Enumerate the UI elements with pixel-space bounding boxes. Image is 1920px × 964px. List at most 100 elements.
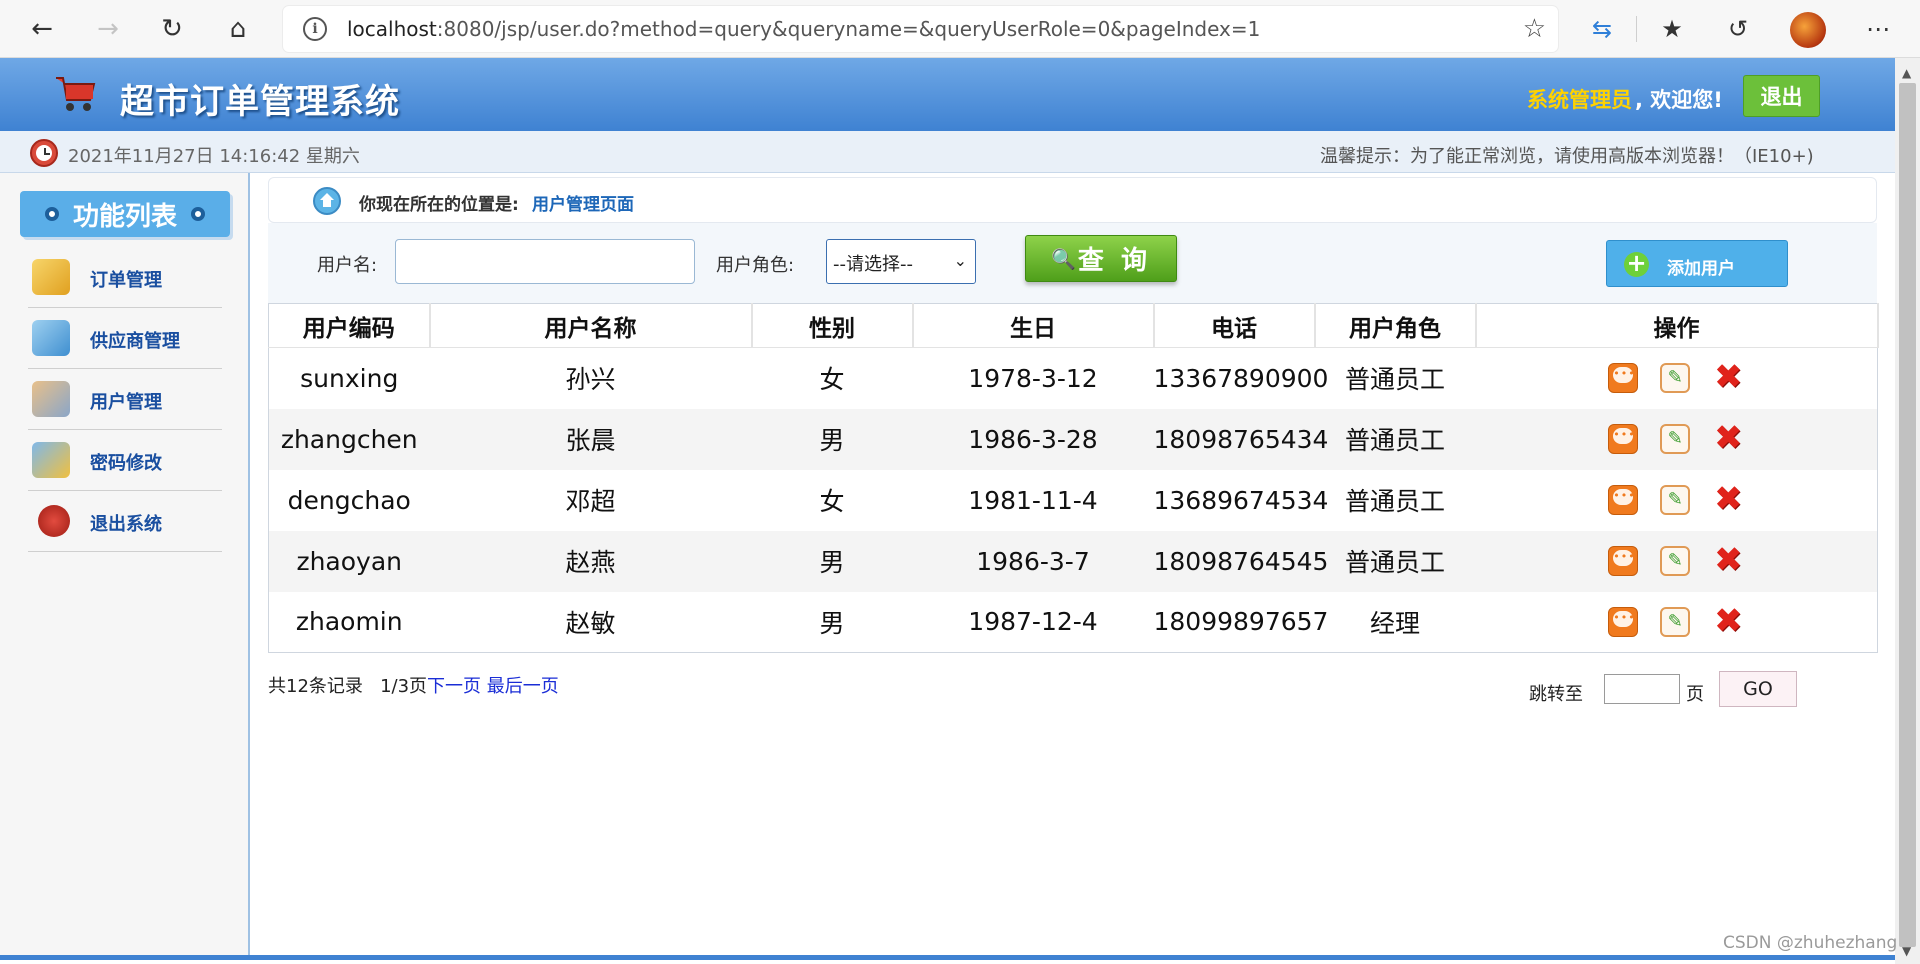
row-actions: ✎ ✖: [1475, 347, 1878, 409]
table-row: dengchao 邓超 女 1981-11-4 13689674534 普通员工…: [268, 469, 1878, 531]
bullet-icon: [44, 207, 59, 221]
user-name: 赵燕: [429, 530, 752, 592]
view-icon[interactable]: [1608, 363, 1639, 394]
favorites-icon[interactable]: ★: [1652, 9, 1692, 49]
edit-icon[interactable]: ✎: [1660, 424, 1691, 454]
edit-icon[interactable]: ✎: [1660, 363, 1691, 394]
delete-icon[interactable]: ✖: [1712, 543, 1744, 577]
scroll-down-arrow-icon[interactable]: ▼: [1902, 944, 1911, 958]
profile-avatar[interactable]: [1790, 12, 1826, 48]
user-table: 用户编码 用户名称 性别 生日 电话 用户角色 操作 sunxing 孙兴 女 …: [268, 303, 1879, 653]
collections-sync-icon[interactable]: ⇆: [1582, 9, 1622, 49]
delete-icon[interactable]: ✖: [1712, 604, 1744, 638]
user-role: 普通员工: [1314, 530, 1476, 592]
scroll-up-arrow-icon[interactable]: ▲: [1902, 66, 1911, 80]
address-bar[interactable]: i localhost:8080/jsp/user.do?method=quer…: [283, 6, 1558, 52]
user-phone: 18099897657: [1153, 591, 1328, 653]
current-datetime: 2021年11月27日 14:16:42 星期六: [68, 146, 360, 167]
column-header: 生日: [912, 303, 1155, 348]
user-code: sunxing: [268, 347, 430, 409]
go-button[interactable]: GO: [1719, 671, 1797, 707]
user-code: zhangchen: [268, 408, 430, 470]
view-icon[interactable]: [1608, 485, 1639, 515]
column-header: 用户编码: [268, 303, 431, 348]
admin-name: 系统管理员: [1527, 88, 1632, 112]
delete-icon[interactable]: ✖: [1712, 482, 1744, 516]
user-role: 普通员工: [1314, 408, 1476, 470]
user-birthday: 1987-12-4: [912, 591, 1154, 653]
refresh-icon[interactable]: ↻: [152, 9, 192, 49]
jump-label: 跳转至: [1529, 684, 1583, 705]
user-code: dengchao: [268, 469, 430, 531]
role-label: 用户角色:: [716, 255, 795, 276]
history-icon[interactable]: ↺: [1718, 9, 1758, 49]
table-header-row: 用户编码 用户名称 性别 生日 电话 用户角色 操作: [268, 303, 1879, 348]
forward-arrow-icon[interactable]: →: [88, 9, 128, 49]
sidebar-item-users[interactable]: 用户管理: [28, 369, 222, 430]
breadcrumb-current: 用户管理页面: [532, 195, 634, 215]
sidebar-item-suppliers[interactable]: 供应商管理: [28, 308, 222, 369]
total-records: 共12条记录: [268, 676, 363, 697]
search-icon: 🔍: [1051, 246, 1076, 271]
view-icon[interactable]: [1608, 546, 1639, 576]
role-select[interactable]: --请选择-- ⌄: [826, 239, 976, 284]
more-menu-icon[interactable]: ⋯: [1858, 9, 1898, 49]
breadcrumb-prefix: 你现在所在的位置是:: [359, 195, 519, 215]
breadcrumb: 你现在所在的位置是: 用户管理页面: [268, 177, 1877, 223]
column-header: 性别: [751, 303, 914, 348]
username-input[interactable]: [395, 239, 695, 284]
sidebar-item-orders[interactable]: 订单管理: [28, 247, 222, 308]
edit-icon[interactable]: ✎: [1660, 546, 1691, 576]
home-icon[interactable]: ⌂: [218, 9, 258, 49]
user-name: 邓超: [429, 469, 752, 531]
site-info-icon[interactable]: i: [303, 17, 327, 41]
exit-icon: [38, 505, 70, 537]
page-unit-label: 页: [1686, 684, 1704, 705]
next-page-link[interactable]: 下一页: [427, 676, 481, 697]
user-birthday: 1986-3-28: [912, 408, 1154, 470]
page-count: 1/3页: [380, 676, 428, 697]
user-role: 普通员工: [1314, 469, 1476, 531]
page-jump-input[interactable]: [1604, 674, 1680, 704]
edit-icon[interactable]: ✎: [1660, 606, 1691, 637]
plus-icon: +: [1624, 251, 1649, 277]
sidebar: 功能列表 订单管理 供应商管理 用户管理 密码修改 退出系统: [0, 173, 250, 956]
pagination-info: 共12条记录 1/3页下一页 最后一页: [268, 672, 559, 698]
sidebar-item-exit[interactable]: 退出系统: [28, 491, 222, 552]
add-favorite-icon[interactable]: ☆: [1523, 14, 1546, 44]
user-phone: 18098764545: [1153, 530, 1328, 592]
user-gender: 女: [751, 469, 913, 531]
user-code: zhaomin: [268, 591, 430, 653]
app-title: 超市订单管理系统: [120, 82, 400, 122]
logout-button[interactable]: 退出: [1743, 75, 1820, 117]
delete-icon[interactable]: ✖: [1712, 360, 1744, 394]
row-actions: ✎ ✖: [1475, 469, 1878, 531]
user-role: 普通员工: [1314, 347, 1476, 409]
url-text: localhost:8080/jsp/user.do?method=query&…: [347, 17, 1261, 41]
user-role: 经理: [1314, 591, 1476, 653]
bullet-icon: [191, 207, 205, 221]
username-label: 用户名:: [317, 255, 378, 276]
scrollbar-thumb[interactable]: [1899, 83, 1916, 947]
add-user-button[interactable]: + 添加用户: [1606, 240, 1788, 287]
view-icon[interactable]: [1608, 606, 1639, 637]
user-birthday: 1981-11-4: [912, 469, 1154, 531]
edit-icon[interactable]: ✎: [1660, 485, 1691, 515]
browser-tip: 温馨提示：为了能正常浏览，请使用高版本浏览器！（IE10+): [1320, 146, 1814, 167]
column-header: 用户角色: [1314, 303, 1477, 348]
table-row: sunxing 孙兴 女 1978-3-12 13367890900 普通员工 …: [268, 347, 1878, 409]
column-header: 用户名称: [429, 303, 753, 348]
function-list-title: 功能列表: [20, 191, 230, 237]
sidebar-item-password[interactable]: 密码修改: [28, 430, 222, 491]
delete-icon[interactable]: ✖: [1712, 421, 1744, 455]
supplier-icon: [32, 320, 70, 356]
view-icon[interactable]: [1608, 424, 1639, 454]
query-button[interactable]: 🔍 查 询: [1025, 235, 1177, 282]
last-page-link[interactable]: 最后一页: [487, 676, 559, 697]
vertical-scrollbar[interactable]: ▲ ▼: [1895, 58, 1920, 964]
back-arrow-icon[interactable]: ←: [22, 9, 62, 49]
password-icon: [32, 442, 70, 478]
table-row: zhaomin 赵敏 男 1987-12-4 18099897657 经理 ✎ …: [268, 591, 1878, 653]
user-name: 张晨: [429, 408, 752, 470]
row-actions: ✎ ✖: [1475, 591, 1878, 653]
